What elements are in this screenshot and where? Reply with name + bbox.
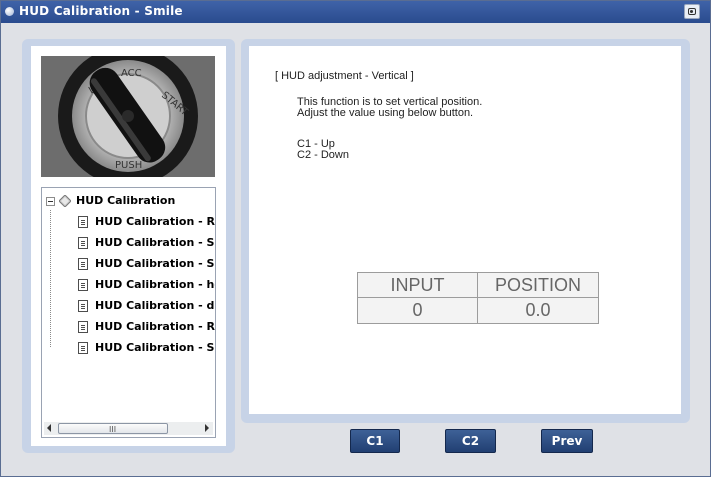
nav-tree[interactable]: HUD Calibration HUD Calibration - Ro HUD… [41,187,216,438]
document-icon [78,342,88,354]
tree-item-label: HUD Calibration - Slo [95,341,216,354]
position-header: POSITION [478,273,598,298]
scroll-thumb[interactable]: III [58,423,168,434]
sidebar-inner: LOCK ACC START PUSH HUD C [31,46,226,446]
app-icon [5,7,14,16]
document-icon [78,279,88,291]
c2-instruction: C2 - Down [297,149,349,161]
ignition-key-image: LOCK ACC START PUSH [41,56,215,177]
horizontal-scrollbar[interactable]: III [44,422,213,435]
prev-button[interactable]: Prev [541,429,593,453]
position-value: 0.0 [478,298,598,323]
document-icon [78,258,88,270]
camera-icon[interactable] [684,4,700,19]
sidebar-panel: LOCK ACC START PUSH HUD C [22,39,235,453]
window-title: HUD Calibration - Smile [19,4,183,18]
diamond-folder-icon [59,195,71,207]
tree-item-label: HUD Calibration - Slo [95,257,216,270]
scroll-right-icon[interactable] [205,424,209,432]
tree-item-label: HUD Calibration - Re [95,320,216,333]
tree-item-label: HUD Calibration - hor [95,278,216,291]
tree-item-label: HUD Calibration - Sm [95,236,216,249]
description-line-2: Adjust the value using below button. [297,107,474,119]
scroll-grip: III [109,425,117,434]
main-panel: [ HUD adjustment - Vertical ] This funct… [241,39,690,423]
input-position-table: INPUT POSITION 0 0.0 [357,272,599,324]
title-bar: HUD Calibration - Smile [1,1,710,23]
main-content: [ HUD adjustment - Vertical ] This funct… [249,46,681,414]
document-icon [78,216,88,228]
tree-item-label: HUD Calibration - dis [95,299,216,312]
app-window: HUD Calibration - Smile LOCK ACC STAR [0,0,711,477]
tree-item-label: HUD Calibration - Ro [95,215,216,228]
document-icon [78,321,88,333]
c2-button[interactable]: C2 [445,429,496,453]
input-value: 0 [358,298,478,323]
input-header: INPUT [358,273,478,298]
svg-text:ACC: ACC [121,68,142,79]
collapse-icon[interactable] [46,197,55,206]
tree-root-label: HUD Calibration [76,194,176,207]
section-heading: [ HUD adjustment - Vertical ] [275,70,414,82]
document-icon [78,237,88,249]
scroll-left-icon[interactable] [47,424,51,432]
document-icon [78,300,88,312]
svg-text:PUSH: PUSH [115,160,142,171]
c1-button[interactable]: C1 [350,429,400,453]
